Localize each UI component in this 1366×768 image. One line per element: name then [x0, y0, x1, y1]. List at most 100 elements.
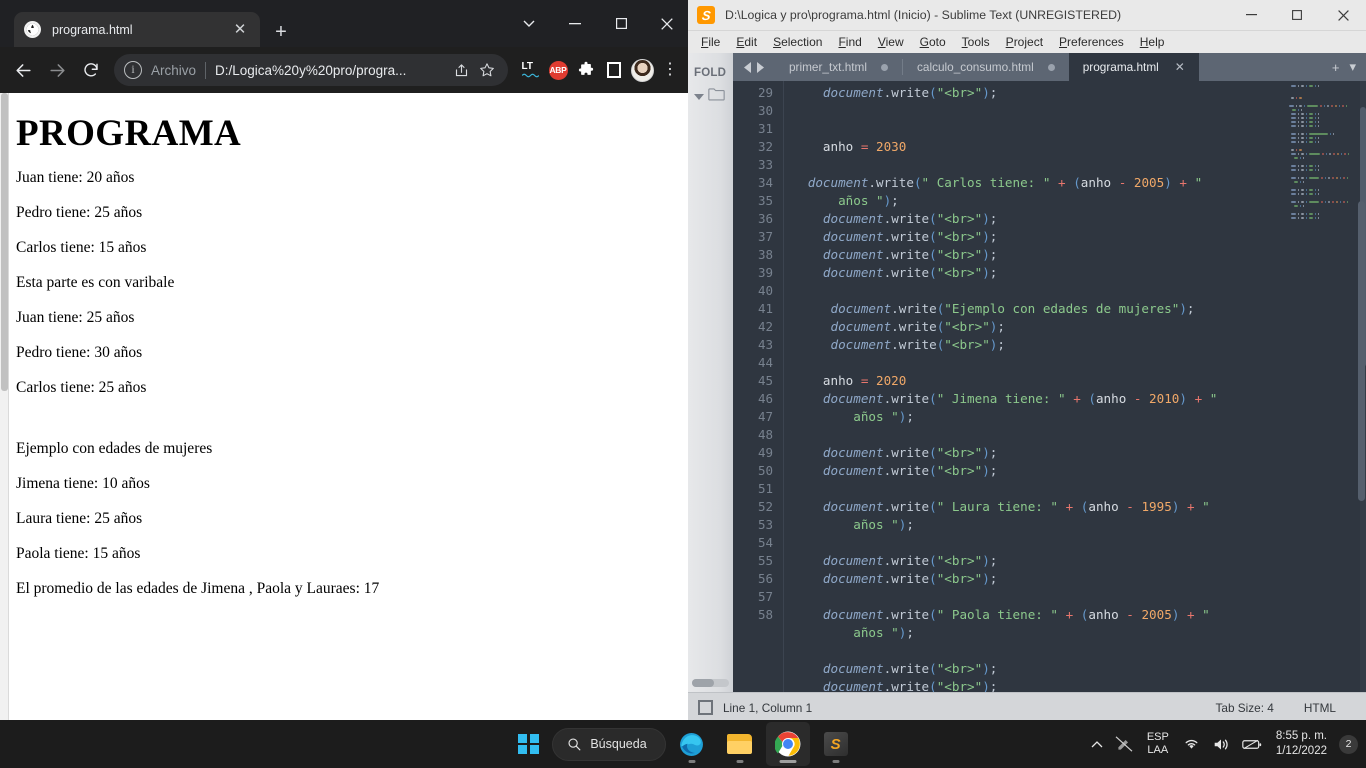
- code-line[interactable]: [785, 354, 1278, 372]
- code-line[interactable]: document.write(" Carlos tiene: " + (anho…: [785, 174, 1278, 192]
- page-scrollbar[interactable]: [0, 93, 9, 722]
- sublime-minimize-button[interactable]: [1228, 0, 1274, 31]
- sublime-close-button[interactable]: [1320, 0, 1366, 31]
- sidebar-toggle-icon[interactable]: [698, 700, 713, 715]
- editor-vertical-scrollbar[interactable]: [1358, 201, 1365, 501]
- scrollbar-thumb[interactable]: [1, 93, 8, 391]
- menu-item-selection[interactable]: Selection: [765, 31, 830, 53]
- menu-item-find[interactable]: Find: [830, 31, 869, 53]
- share-icon[interactable]: [448, 57, 474, 83]
- new-tab-button[interactable]: +: [268, 20, 294, 46]
- taskbar-app-sublime-text[interactable]: S: [814, 722, 858, 766]
- site-info-icon[interactable]: i: [124, 61, 142, 79]
- code-line[interactable]: document.write("<br>");: [785, 552, 1278, 570]
- close-window-button[interactable]: [644, 0, 690, 47]
- code-line[interactable]: document.write("<br>");: [785, 462, 1278, 480]
- code-content[interactable]: document.write("<br>"); anho = 2030 docu…: [785, 81, 1278, 692]
- address-bar[interactable]: i Archivo D:/Logica%20y%20pro/progra...: [114, 54, 508, 86]
- code-line[interactable]: document.write("<br>");: [785, 678, 1278, 692]
- tab-search-chevron-icon[interactable]: [506, 0, 552, 47]
- code-line[interactable]: document.write(" Jimena tiene: " + (anho…: [785, 390, 1278, 408]
- code-line[interactable]: document.write("<br>");: [785, 336, 1278, 354]
- tray-language-indicator[interactable]: ESP LAA: [1139, 724, 1177, 764]
- close-icon[interactable]: ✕: [230, 22, 250, 37]
- square-extension-icon[interactable]: [600, 56, 628, 84]
- tab-nav-arrows[interactable]: [733, 53, 775, 81]
- back-button-icon[interactable]: [6, 53, 40, 87]
- code-line[interactable]: [785, 480, 1278, 498]
- code-line[interactable]: document.write("<br>");: [785, 264, 1278, 282]
- menu-item-project[interactable]: Project: [998, 31, 1051, 53]
- code-line[interactable]: anho = 2030: [785, 138, 1278, 156]
- menu-item-tools[interactable]: Tools: [954, 31, 998, 53]
- code-line[interactable]: document.write("<br>");: [785, 570, 1278, 588]
- syntax-label[interactable]: HTML: [1304, 701, 1366, 715]
- code-line[interactable]: document.write("<br>");: [785, 84, 1278, 102]
- minimize-button[interactable]: [552, 0, 598, 47]
- taskbar-app-edge[interactable]: [670, 722, 714, 766]
- new-tab-button[interactable]: +: [1332, 60, 1340, 75]
- code-line[interactable]: [785, 156, 1278, 174]
- code-line[interactable]: años ");: [785, 624, 1278, 642]
- code-editor[interactable]: 29 30 31 32 33 34 35 36 37 38 39 40 41 42 43 44 45 46 47 48…: [733, 81, 1366, 692]
- volume-icon[interactable]: [1206, 724, 1236, 764]
- taskbar-app-file-explorer[interactable]: [718, 722, 762, 766]
- code-line[interactable]: [785, 282, 1278, 300]
- code-line[interactable]: [785, 642, 1278, 660]
- code-line[interactable]: [785, 102, 1278, 120]
- forward-button-icon[interactable]: [40, 53, 74, 87]
- code-line[interactable]: [785, 120, 1278, 138]
- menu-item-preferences[interactable]: Preferences: [1051, 31, 1132, 53]
- adblock-plus-extension-icon[interactable]: ABP: [544, 56, 572, 84]
- sublime-maximize-button[interactable]: [1274, 0, 1320, 31]
- start-button[interactable]: [508, 724, 548, 764]
- code-line[interactable]: document.write("<br>");: [785, 246, 1278, 264]
- reload-button-icon[interactable]: [74, 53, 108, 87]
- code-line[interactable]: document.write("<br>");: [785, 444, 1278, 462]
- code-line[interactable]: [785, 426, 1278, 444]
- code-line[interactable]: años ");: [785, 408, 1278, 426]
- code-line[interactable]: document.write(" Paola tiene: " + (anho …: [785, 606, 1278, 624]
- code-line[interactable]: document.write(" Laura tiene: " + (anho …: [785, 498, 1278, 516]
- editor-tab-calculo-consumo[interactable]: calculo_consumo.html: [903, 53, 1069, 81]
- tab-list-dropdown-icon[interactable]: ▾: [1349, 59, 1356, 75]
- code-line[interactable]: document.write("<br>");: [785, 228, 1278, 246]
- notification-badge[interactable]: 2: [1339, 734, 1358, 754]
- editor-tab-primer-txt[interactable]: primer_txt.html: [775, 53, 902, 81]
- sidebar-folder-row[interactable]: [688, 79, 733, 106]
- maximize-button[interactable]: [598, 0, 644, 47]
- code-line[interactable]: document.write("Ejemplo con edades de mu…: [785, 300, 1278, 318]
- editor-tab-programa[interactable]: programa.html ✕: [1068, 53, 1199, 81]
- code-line[interactable]: años ");: [785, 516, 1278, 534]
- code-line[interactable]: document.write("<br>");: [785, 318, 1278, 336]
- code-line[interactable]: [785, 534, 1278, 552]
- taskbar-app-chrome[interactable]: [765, 722, 810, 766]
- wifi-icon[interactable]: [1177, 724, 1206, 764]
- tray-pen-disabled-icon[interactable]: [1109, 724, 1139, 764]
- sidebar-horizontal-scrollbar[interactable]: [692, 679, 729, 687]
- menu-item-view[interactable]: View: [870, 31, 912, 53]
- code-line[interactable]: [785, 588, 1278, 606]
- code-line[interactable]: años ");: [785, 192, 1278, 210]
- star-icon[interactable]: [474, 57, 500, 83]
- sublime-sidebar[interactable]: FOLD: [688, 53, 733, 692]
- languagetool-extension-icon[interactable]: LT: [516, 56, 544, 84]
- omnibox-url-text[interactable]: D:/Logica%20y%20pro/progra...: [215, 63, 448, 78]
- menu-item-file[interactable]: File: [693, 31, 728, 53]
- extensions-puzzle-icon[interactable]: [572, 56, 600, 84]
- profile-avatar[interactable]: [628, 56, 656, 84]
- code-line[interactable]: anho = 2020: [785, 372, 1278, 390]
- menu-item-goto[interactable]: Goto: [912, 31, 954, 53]
- browser-tab-programa[interactable]: programa.html ✕: [14, 12, 260, 47]
- code-minimap[interactable]: [1284, 81, 1356, 692]
- tab-size-label[interactable]: Tab Size: 4: [1216, 701, 1304, 715]
- chrome-menu-icon[interactable]: ⋮: [656, 56, 684, 84]
- close-icon[interactable]: ✕: [1175, 60, 1185, 74]
- taskbar-search-box[interactable]: Búsqueda: [552, 727, 666, 761]
- code-line[interactable]: document.write("<br>");: [785, 660, 1278, 678]
- menu-item-edit[interactable]: Edit: [728, 31, 765, 53]
- code-line[interactable]: document.write("<br>");: [785, 210, 1278, 228]
- battery-icon[interactable]: [1236, 724, 1268, 764]
- tray-expand-chevron-icon[interactable]: [1085, 724, 1109, 764]
- clock-and-date[interactable]: 8:55 p. m. 1/12/2022: [1268, 724, 1337, 764]
